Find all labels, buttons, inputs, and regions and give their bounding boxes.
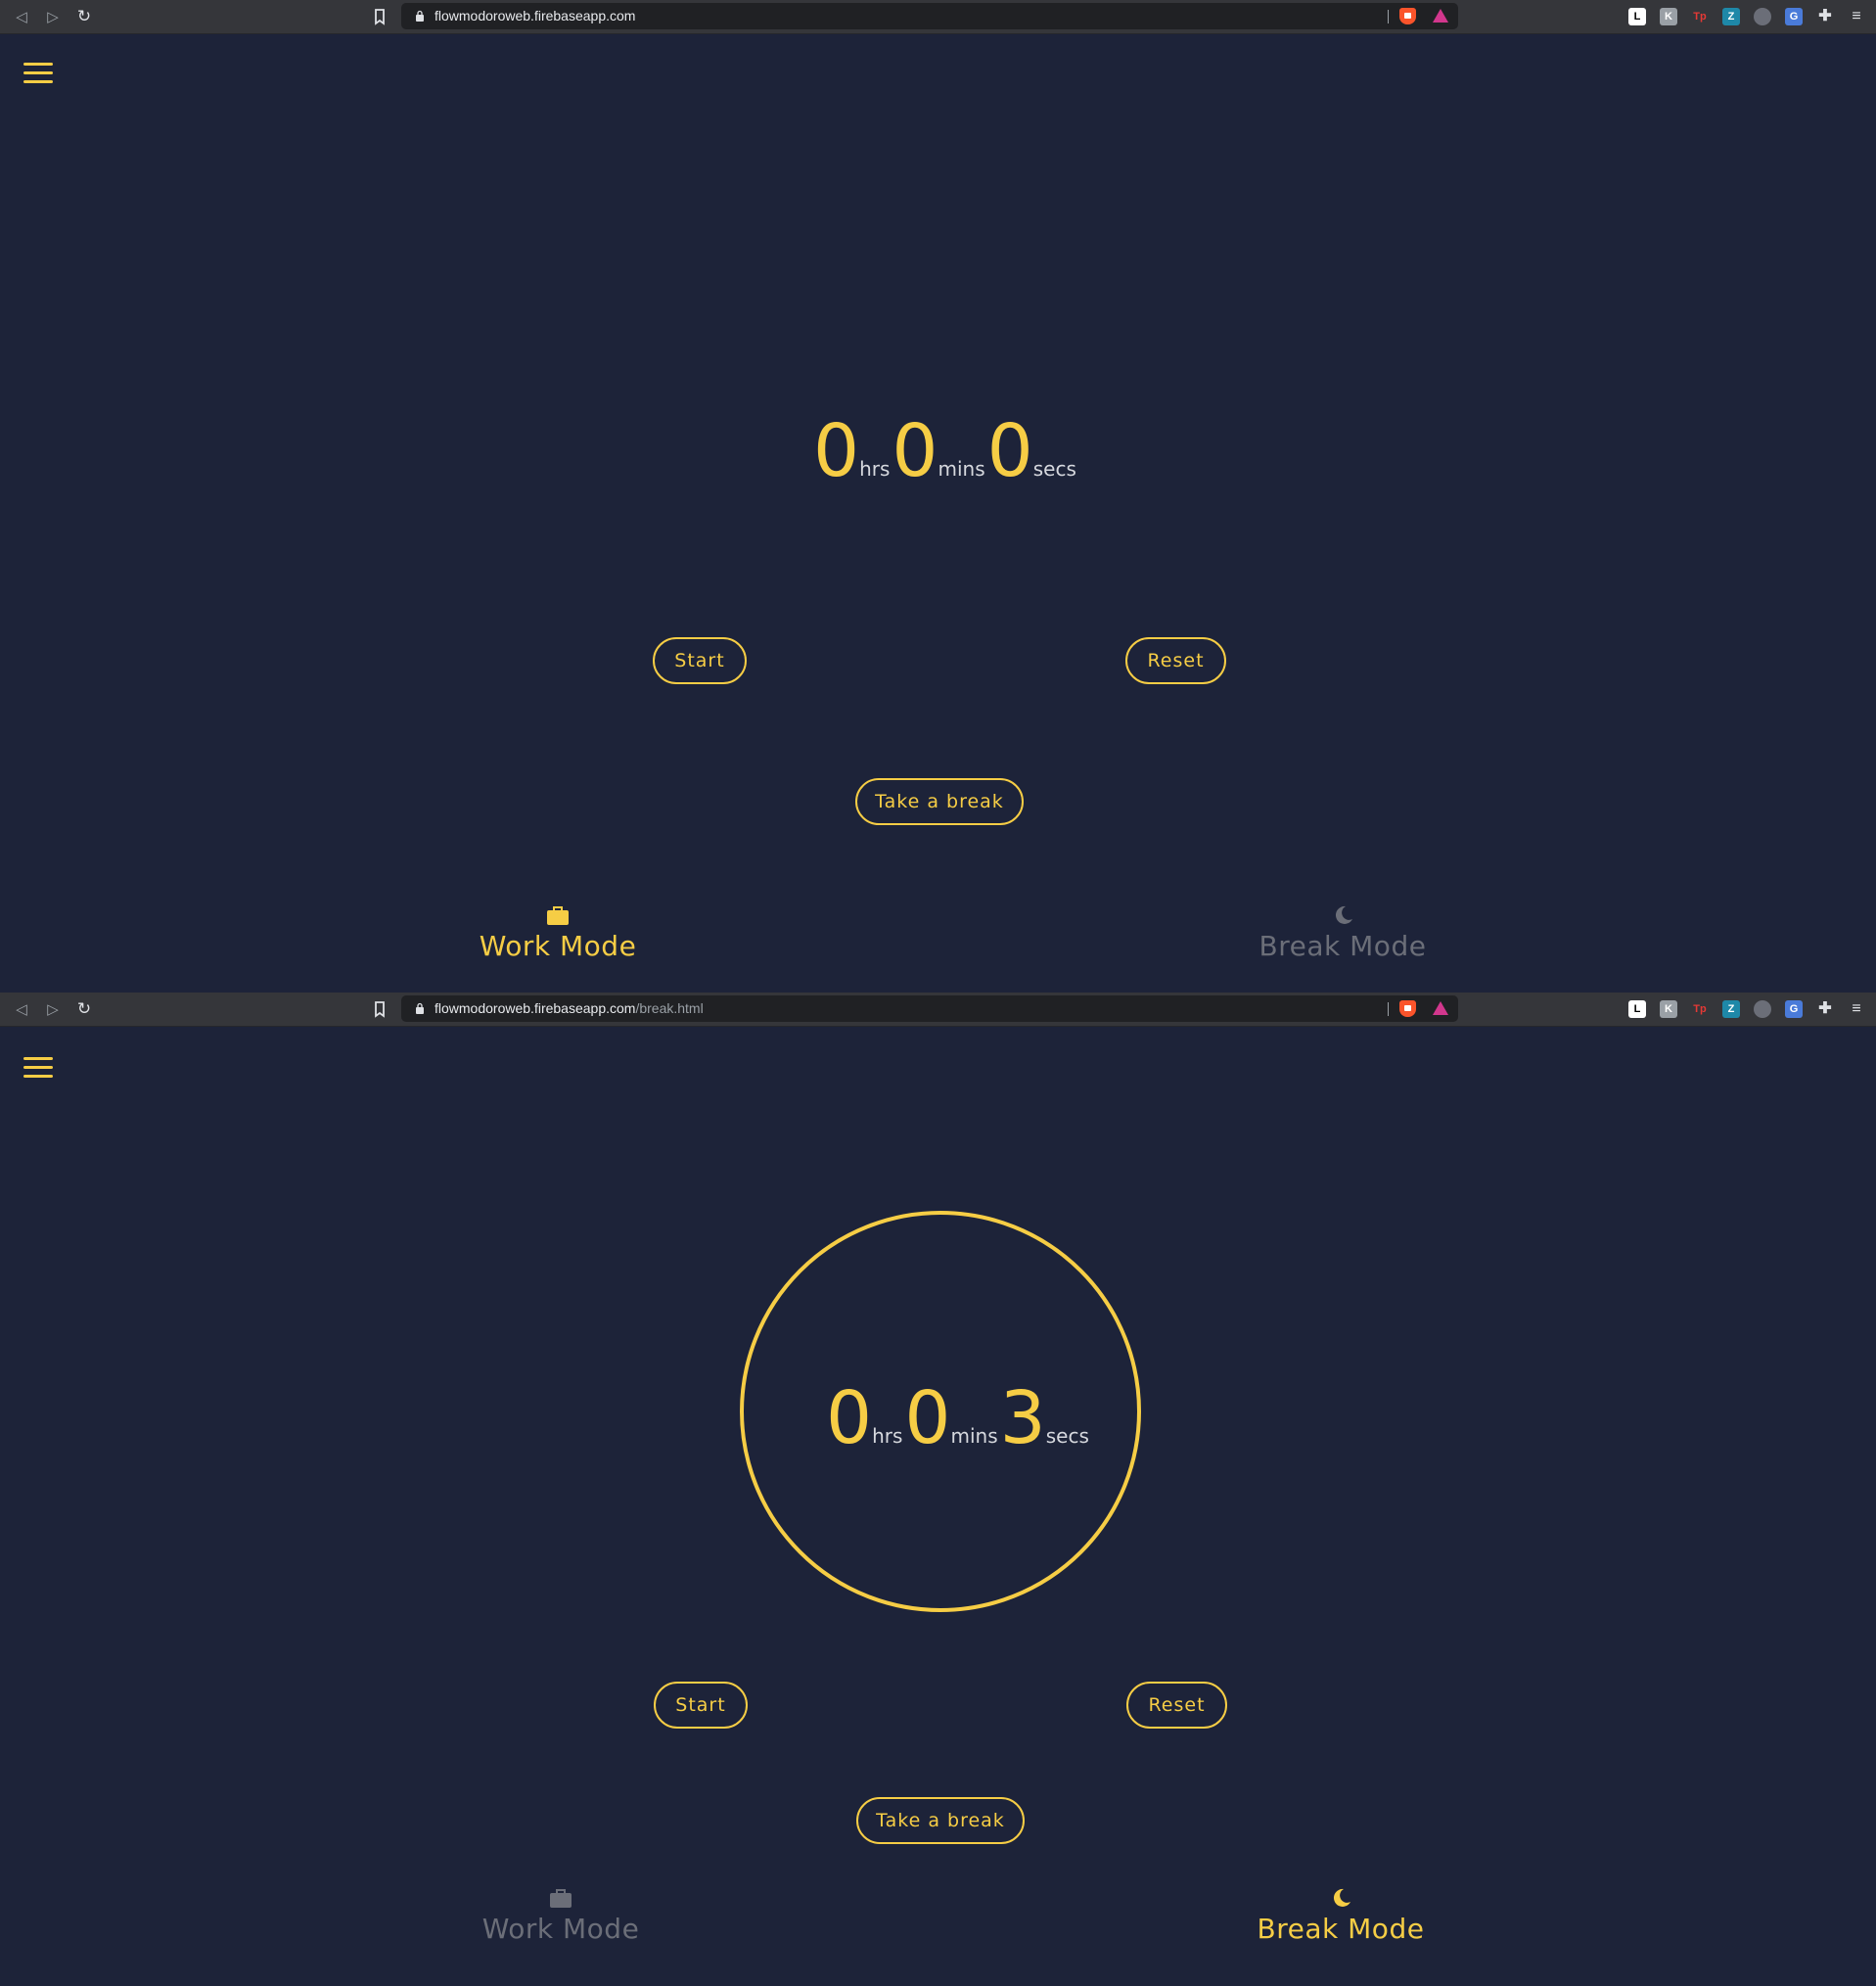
start-button[interactable]: Start xyxy=(654,1682,748,1729)
timer-minutes-unit: mins xyxy=(950,1424,998,1448)
k-extension-icon[interactable]: K xyxy=(1660,1000,1677,1018)
brave-shields-icon[interactable] xyxy=(1399,8,1416,24)
timer-hours-unit: hrs xyxy=(859,457,891,481)
reset-button[interactable]: Reset xyxy=(1125,637,1226,684)
lock-icon xyxy=(416,10,424,22)
work-mode-tab[interactable]: Work Mode xyxy=(431,904,685,962)
puzzle-icon[interactable]: ✚ xyxy=(1816,1000,1834,1018)
browser-menu-icon[interactable]: ≡ xyxy=(1848,8,1865,25)
timer-minutes: 0 xyxy=(904,1376,950,1460)
timer-seconds: 3 xyxy=(999,1376,1046,1460)
break-mode-tab[interactable]: Break Mode xyxy=(1215,904,1470,962)
timer-seconds-unit: secs xyxy=(1045,1424,1089,1448)
moon-icon xyxy=(1333,1888,1350,1907)
timer-hours: 0 xyxy=(813,409,859,493)
timer-seconds-unit: secs xyxy=(1032,457,1076,481)
k-extension-icon[interactable]: K xyxy=(1660,8,1677,25)
timer-minutes-unit: mins xyxy=(938,457,985,481)
break-mode-tab[interactable]: Break Mode xyxy=(1213,1887,1468,1945)
browser-window-work: ◁ ▷ ↻ flowmodoroweb.firebaseapp.com L K … xyxy=(0,0,1876,993)
hamburger-menu-icon[interactable] xyxy=(23,1057,53,1081)
take-a-break-button[interactable]: Take a break xyxy=(855,778,1024,825)
translate-extension-icon[interactable]: G xyxy=(1785,8,1803,25)
work-mode-label: Work Mode xyxy=(479,930,637,962)
zt-extension-icon[interactable]: Z xyxy=(1722,8,1740,25)
timer-seconds: 0 xyxy=(986,409,1033,493)
back-icon[interactable]: ◁ xyxy=(10,997,33,1021)
browser-toolbar: ◁ ▷ ↻ flowmodoroweb.firebaseapp.com/brea… xyxy=(0,993,1876,1027)
lock-icon xyxy=(416,1002,424,1014)
brave-rewards-icon[interactable] xyxy=(1433,9,1448,23)
browser-window-break: ◁ ▷ ↻ flowmodoroweb.firebaseapp.com/brea… xyxy=(0,993,1876,1986)
zt-extension-icon[interactable]: Z xyxy=(1722,1000,1740,1018)
timer-hours-unit: hrs xyxy=(872,1424,903,1448)
back-icon[interactable]: ◁ xyxy=(10,5,33,28)
reload-icon[interactable]: ↻ xyxy=(72,5,96,28)
briefcase-icon xyxy=(550,1889,572,1908)
translate-extension-icon[interactable]: G xyxy=(1785,1000,1803,1018)
hamburger-menu-icon[interactable] xyxy=(23,63,53,86)
take-a-break-button[interactable]: Take a break xyxy=(856,1797,1025,1844)
tp-extension-icon[interactable]: Tp xyxy=(1691,1000,1709,1018)
url-separator xyxy=(1388,1002,1389,1016)
bookmark-icon[interactable] xyxy=(370,7,389,26)
url-text: flowmodoroweb.firebaseapp.com/break.html xyxy=(435,1000,704,1016)
timer-display: 0 hrs0 mins0 secs xyxy=(813,409,1078,493)
reset-button[interactable]: Reset xyxy=(1126,1682,1227,1729)
url-text: flowmodoroweb.firebaseapp.com xyxy=(435,8,636,23)
browser-toolbar: ◁ ▷ ↻ flowmodoroweb.firebaseapp.com L K … xyxy=(0,0,1876,34)
moon-icon xyxy=(1335,905,1352,924)
timer-display: 0 hrs0 mins3 secs xyxy=(826,1376,1091,1460)
break-mode-label: Break Mode xyxy=(1258,930,1427,962)
work-mode-tab[interactable]: Work Mode xyxy=(434,1887,688,1945)
address-bar[interactable]: flowmodoroweb.firebaseapp.com/break.html xyxy=(401,995,1458,1022)
chat-extension-icon[interactable] xyxy=(1754,1000,1771,1018)
brave-rewards-icon[interactable] xyxy=(1433,1001,1448,1015)
l-extension-icon[interactable]: L xyxy=(1628,1000,1646,1018)
break-mode-label: Break Mode xyxy=(1257,1913,1425,1945)
timer-minutes: 0 xyxy=(892,409,938,493)
work-mode-label: Work Mode xyxy=(481,1913,640,1945)
l-extension-icon[interactable]: L xyxy=(1628,8,1646,25)
start-button[interactable]: Start xyxy=(653,637,747,684)
url-separator xyxy=(1388,10,1389,23)
bookmark-icon[interactable] xyxy=(370,999,389,1019)
address-bar[interactable]: flowmodoroweb.firebaseapp.com xyxy=(401,3,1458,29)
puzzle-icon[interactable]: ✚ xyxy=(1816,8,1834,25)
browser-menu-icon[interactable]: ≡ xyxy=(1848,1000,1865,1018)
chat-extension-icon[interactable] xyxy=(1754,8,1771,25)
forward-icon[interactable]: ▷ xyxy=(41,5,65,28)
reload-icon[interactable]: ↻ xyxy=(72,997,96,1021)
timer-hours: 0 xyxy=(826,1376,872,1460)
brave-shields-icon[interactable] xyxy=(1399,1000,1416,1017)
tp-extension-icon[interactable]: Tp xyxy=(1691,8,1709,25)
forward-icon[interactable]: ▷ xyxy=(41,997,65,1021)
briefcase-icon xyxy=(547,906,569,925)
